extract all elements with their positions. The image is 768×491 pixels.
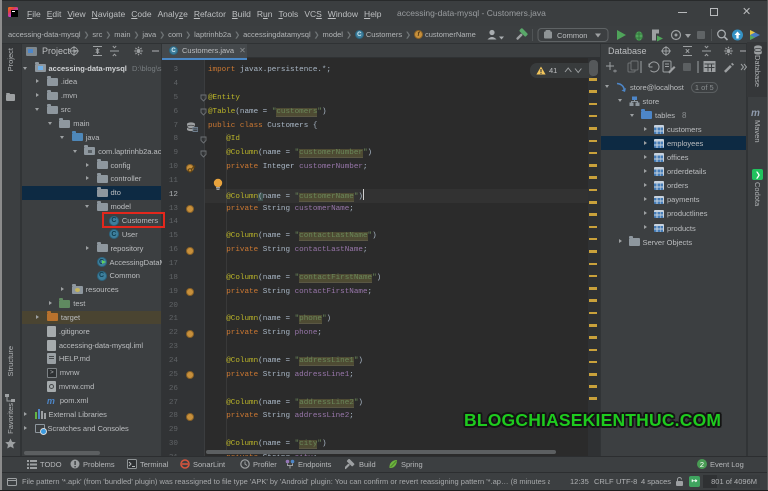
svg-text:Common: Common [557,31,587,40]
